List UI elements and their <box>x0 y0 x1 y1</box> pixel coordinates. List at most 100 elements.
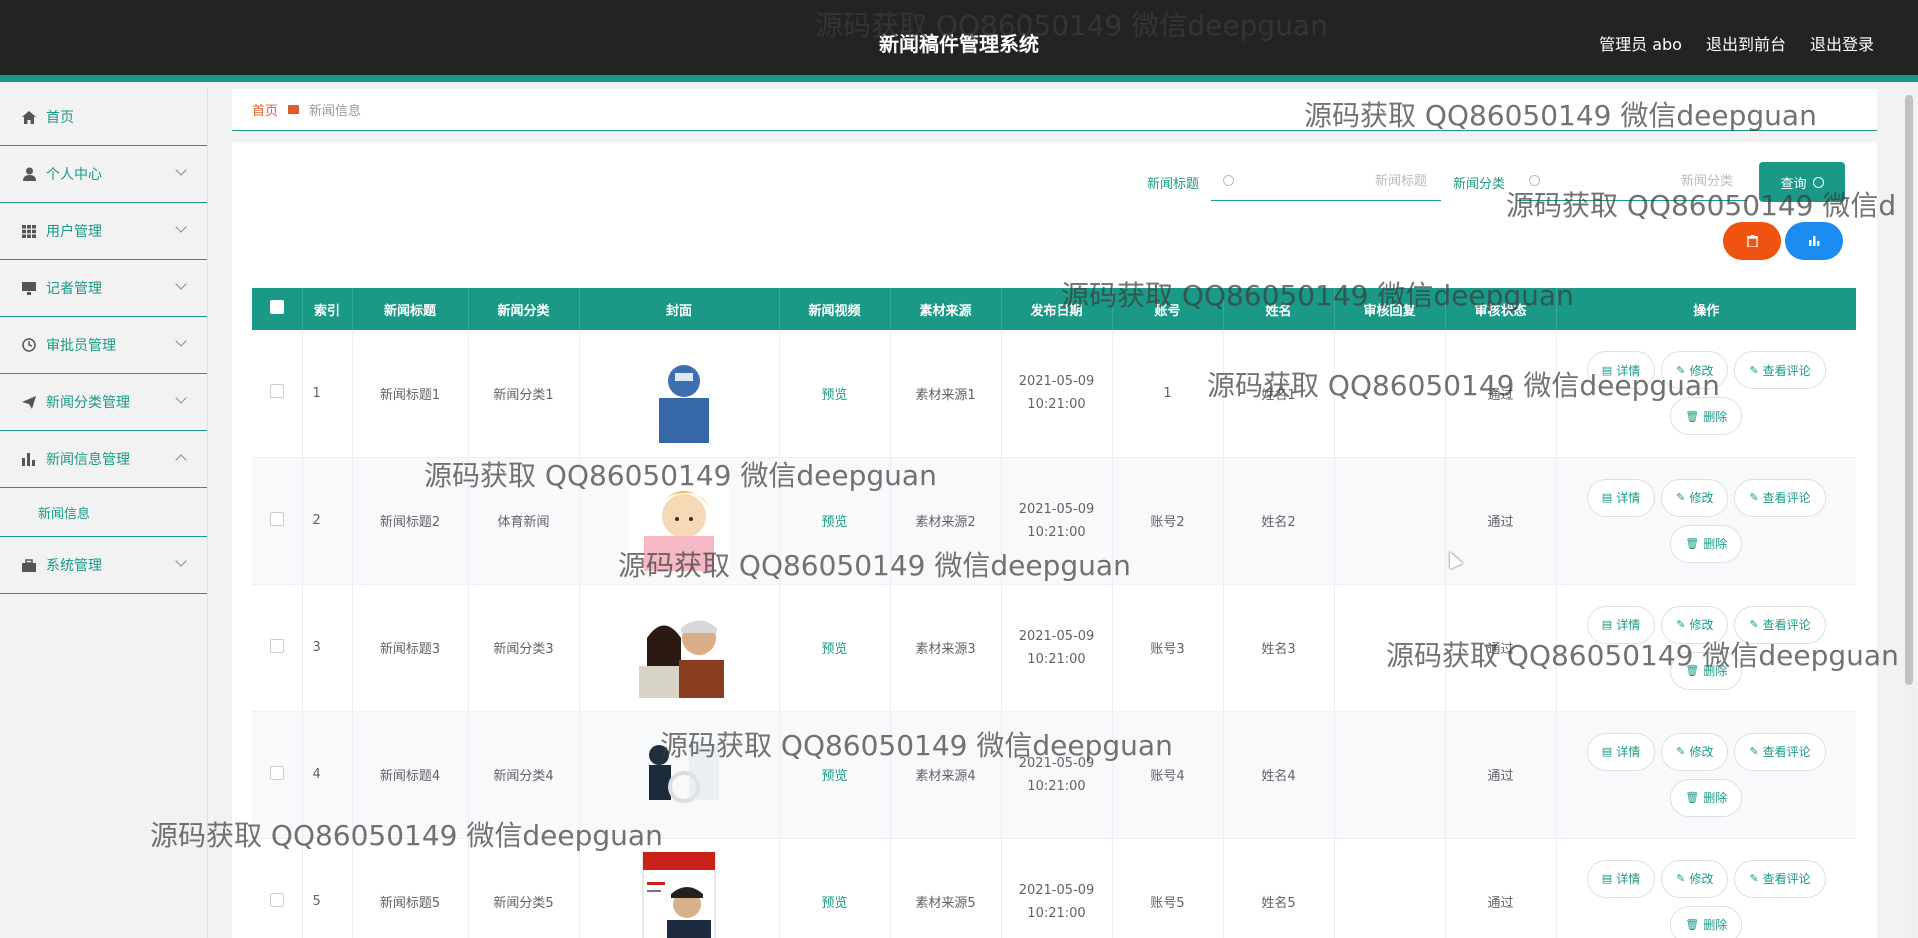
sidebar-subitem-news-info[interactable]: 新闻信息 <box>0 488 207 537</box>
sidebar-item-home[interactable]: 首页 <box>0 89 207 146</box>
batch-delete-button[interactable] <box>1723 222 1781 260</box>
video-preview-link[interactable]: 预览 <box>821 896 847 911</box>
title-search-input[interactable] <box>1210 163 1441 200</box>
account-cell: 1 <box>1112 330 1224 458</box>
sidebar-item-news-category[interactable]: 新闻分类管理 <box>0 374 207 431</box>
breadcrumb-separator-icon <box>288 105 300 114</box>
column-header: 新闻分类 <box>468 288 580 330</box>
row-checkbox[interactable] <box>269 892 284 907</box>
trash-icon: 🗑 <box>1685 918 1700 931</box>
view-comments-button[interactable]: ✎ 查看评论 <box>1734 478 1826 517</box>
page-scrollbar[interactable] <box>1903 89 1915 938</box>
detail-button[interactable]: ▤ 详情 <box>1586 478 1656 517</box>
sidebar-item-profile[interactable]: 个人中心 <box>0 146 207 203</box>
row-checkbox[interactable] <box>269 511 284 526</box>
date-text: 2021-05-09 <box>1018 755 1095 771</box>
edit-label: 修改 <box>1689 491 1714 505</box>
select-all-checkbox[interactable] <box>269 300 284 314</box>
time-text: 10:21:00 <box>1027 778 1086 794</box>
row-checkbox[interactable] <box>269 384 284 399</box>
title-cell: 新闻标题5 <box>352 838 469 938</box>
row-checkbox-cell <box>252 584 303 712</box>
pencil-icon: ✎ <box>1676 745 1686 758</box>
top-header: 新闻稿件管理系统 管理员 abo 退出到前台 退出登录 <box>0 0 1918 82</box>
exit-to-front-link[interactable]: 退出到前台 <box>1706 31 1786 55</box>
detail-button[interactable]: ▤ 详情 <box>1586 351 1656 390</box>
video-preview-link[interactable]: 预览 <box>821 515 847 530</box>
document-icon: ▤ <box>1601 745 1613 758</box>
trash-icon: 🗑 <box>1685 664 1700 677</box>
trash-icon: 🗑 <box>1685 409 1700 423</box>
sidebar-item-users[interactable]: 用户管理 <box>0 203 207 260</box>
top-links: 管理员 abo 退出到前台 退出登录 <box>1599 31 1874 55</box>
operations-cell: ▤ 详情 ✎ 修改 ✎ 查看评论 🗑 删除 <box>1556 330 1856 458</box>
search-icon <box>1529 175 1540 186</box>
category-cell: 新闻分类1 <box>468 330 580 458</box>
cover-cell <box>579 838 780 938</box>
operations-cell: ▤ 详情 ✎ 修改 ✎ 查看评论 🗑 删除 <box>1556 457 1856 585</box>
delete-button[interactable]: 🗑 删除 <box>1670 778 1743 817</box>
time-text: 10:21:00 <box>1027 905 1086 921</box>
edit-button[interactable]: ✎ 修改 <box>1661 351 1729 390</box>
delete-button[interactable]: 🗑 删除 <box>1670 651 1743 690</box>
edit-button[interactable]: ✎ 修改 <box>1661 478 1729 517</box>
edit-button[interactable]: ✎ 修改 <box>1661 859 1729 898</box>
edit-label: 修改 <box>1689 618 1714 632</box>
row-checkbox[interactable] <box>269 638 284 653</box>
edit-button[interactable]: ✎ 修改 <box>1661 605 1729 644</box>
row-checkbox-cell <box>252 711 303 839</box>
account-cell: 账号5 <box>1112 838 1224 938</box>
video-preview-link[interactable]: 预览 <box>821 769 847 784</box>
edit-button[interactable]: ✎ 修改 <box>1661 732 1729 771</box>
sidebar-item-reporters[interactable]: 记者管理 <box>0 260 207 317</box>
sidebar-item-news-info[interactable]: 新闻信息管理 <box>0 431 207 488</box>
sidebar-item-label: 用户管理 <box>46 224 102 240</box>
row-checkbox-cell <box>252 838 303 938</box>
category-search-input[interactable] <box>1517 163 1747 200</box>
detail-button[interactable]: ▤ 详情 <box>1586 732 1656 771</box>
detail-button[interactable]: ▤ 详情 <box>1586 605 1656 644</box>
view-comments-button[interactable]: ✎ 查看评论 <box>1734 859 1826 898</box>
chevron-down-icon <box>175 164 187 176</box>
statistics-button[interactable] <box>1785 222 1843 260</box>
view-comments-button[interactable]: ✎ 查看评论 <box>1734 351 1826 390</box>
video-preview-link[interactable]: 预览 <box>821 388 847 403</box>
pencil-icon: ✎ <box>1676 618 1686 631</box>
document-icon: ▤ <box>1601 363 1613 377</box>
table-row: 1 新闻标题1 新闻分类1 预览 素材来源1 2021-05-09 10:21:00 1 姓名1… <box>252 330 1856 458</box>
index-cell: 2 <box>302 457 353 585</box>
name-cell: 姓名2 <box>1223 457 1335 585</box>
title-search-label: 新闻标题 <box>1146 176 1199 192</box>
time-text: 10:21:00 <box>1027 397 1086 413</box>
document-icon: ▤ <box>1601 872 1613 885</box>
table-row: 3 新闻标题3 新闻分类3 预览 素材来源3 2021-05-09 10:21:00 账号3 姓… <box>252 584 1856 712</box>
status-cell: 通过 <box>1445 584 1557 712</box>
row-checkbox[interactable] <box>269 765 284 780</box>
pencil-icon: ✎ <box>1676 872 1686 885</box>
cover-image <box>629 343 729 444</box>
sidebar-item-system[interactable]: 系统管理 <box>0 537 207 594</box>
date-text: 2021-05-09 <box>1018 628 1095 644</box>
logout-link[interactable]: 退出登录 <box>1810 31 1874 55</box>
delete-label: 删除 <box>1703 664 1728 678</box>
detail-button[interactable]: ▤ 详情 <box>1586 859 1656 898</box>
scrollbar-thumb[interactable] <box>1905 95 1913 685</box>
sidebar-item-approvers[interactable]: 审批员管理 <box>0 317 207 374</box>
delete-button[interactable]: 🗑 删除 <box>1670 905 1743 938</box>
current-user[interactable]: 管理员 abo <box>1599 31 1682 55</box>
view-comments-button[interactable]: ✎ 查看评论 <box>1734 605 1826 644</box>
query-button[interactable]: 查询 <box>1759 162 1845 202</box>
breadcrumb-home[interactable]: 首页 <box>252 100 278 119</box>
video-preview-link[interactable]: 预览 <box>821 642 847 657</box>
delete-button[interactable]: 🗑 删除 <box>1670 397 1743 436</box>
sidebar-item-label: 记者管理 <box>46 281 102 297</box>
send-icon <box>22 395 36 409</box>
delete-button[interactable]: 🗑 删除 <box>1670 524 1743 563</box>
pencil-icon: ✎ <box>1749 363 1759 377</box>
view-comments-button[interactable]: ✎ 查看评论 <box>1734 732 1826 771</box>
delete-label: 删除 <box>1703 918 1728 932</box>
sidebar: 首页 个人中心 用户管理 记者管理 审批员管理 新闻分类管理 新闻信息管理 新闻… <box>0 89 208 938</box>
date-cell: 2021-05-09 10:21:00 <box>1001 457 1113 585</box>
reply-cell <box>1334 457 1446 585</box>
comments-label: 查看评论 <box>1762 491 1811 505</box>
